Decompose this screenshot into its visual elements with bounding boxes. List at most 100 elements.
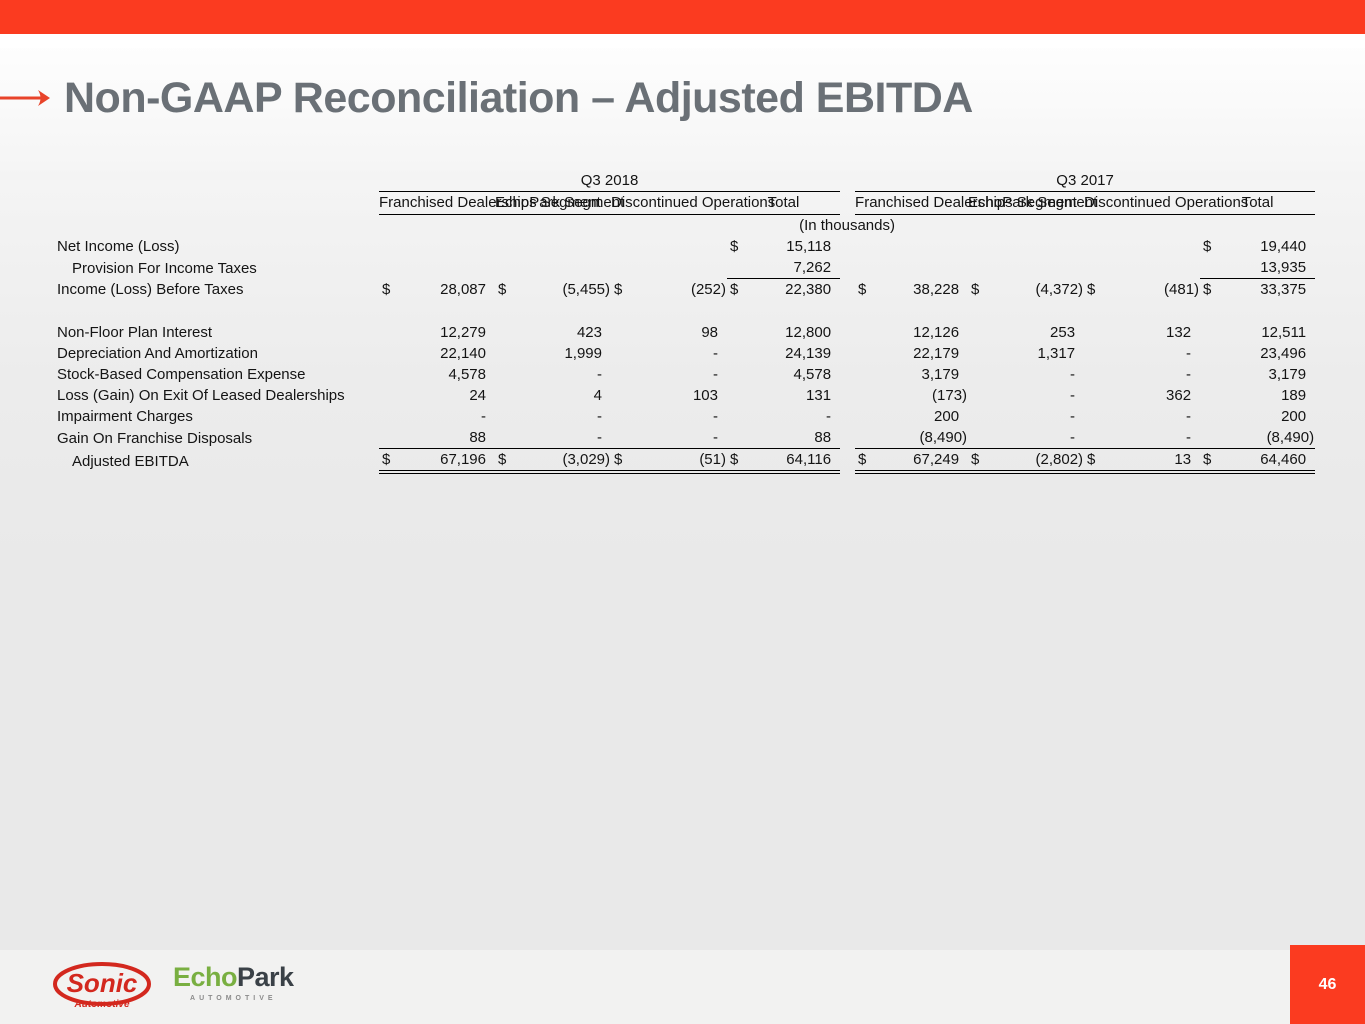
section-gap xyxy=(840,406,855,427)
cell-value: 88 xyxy=(814,429,831,446)
table-row: Stock-Based Compensation Expense4,578--4… xyxy=(57,364,1315,385)
row-label: Gain On Franchise Disposals xyxy=(57,427,379,449)
footer-band: Sonic Automotive EchoPark AUTOMOTIVE xyxy=(0,950,1365,1024)
col-header: Discontinued Operations xyxy=(1084,192,1200,215)
value-cell: - xyxy=(1084,406,1200,427)
section-gap xyxy=(840,257,855,279)
cell-value: 12,511 xyxy=(1261,324,1306,341)
dollar-sign: $ xyxy=(498,449,506,470)
section-gap xyxy=(840,385,855,406)
section-gap xyxy=(840,343,855,364)
cell-value: - xyxy=(597,429,602,446)
table-row: Impairment Charges----200--200 xyxy=(57,406,1315,427)
value-cell: $(5,455) xyxy=(495,279,611,301)
value-cell xyxy=(379,236,495,257)
value-cell: - xyxy=(968,406,1084,427)
dollar-sign: $ xyxy=(730,449,738,470)
cell-value: 23,496 xyxy=(1260,345,1306,362)
value-cell xyxy=(1084,257,1200,279)
row-label: Loss (Gain) On Exit Of Leased Dealership… xyxy=(57,385,379,406)
cell-value: - xyxy=(481,408,486,425)
cell-value: 24 xyxy=(469,387,486,404)
dollar-sign: $ xyxy=(614,449,622,470)
value-cell: - xyxy=(968,385,1084,406)
value-cell: (173) xyxy=(855,385,968,406)
period-label-q3-2018: Q3 2018 xyxy=(379,170,840,192)
value-cell xyxy=(968,257,1084,279)
row-label: Income (Loss) Before Taxes xyxy=(57,279,379,301)
table-row: Provision For Income Taxes 7,262 13,935 xyxy=(57,257,1315,279)
value-cell: 4,578 xyxy=(727,364,840,385)
cell-value: 88 xyxy=(469,429,486,446)
value-cell: 362 xyxy=(1084,385,1200,406)
sonic-automotive-logo: Sonic Automotive xyxy=(52,960,156,1014)
table-body: Net Income (Loss)$15,118$19,440Provision… xyxy=(57,236,1315,472)
value-cell: - xyxy=(1084,343,1200,364)
value-cell: 13,935 xyxy=(1200,257,1315,279)
dollar-sign: $ xyxy=(858,279,866,300)
cell-value: - xyxy=(1186,345,1191,362)
cell-value: 1,317 xyxy=(1038,345,1076,362)
value-cell: 200 xyxy=(855,406,968,427)
col-header: Discontinued Operations xyxy=(611,192,727,215)
cell-value: 24,139 xyxy=(785,345,831,362)
value-cell: $(51) xyxy=(611,449,727,473)
row-label: Provision For Income Taxes xyxy=(57,257,379,279)
column-header-row: Franchised Dealerships Segment EchoPark … xyxy=(57,192,1315,215)
row-label: Impairment Charges xyxy=(57,406,379,427)
dollar-sign: $ xyxy=(971,449,979,470)
value-cell: $22,380 xyxy=(727,279,840,301)
echopark-logo-subtext: AUTOMOTIVE xyxy=(173,995,294,1002)
cell-value: (3,029) xyxy=(562,451,610,468)
value-cell: 253 xyxy=(968,322,1084,343)
value-cell: 4 xyxy=(495,385,611,406)
cell-value: 1,999 xyxy=(564,345,602,362)
value-cell: 132 xyxy=(1084,322,1200,343)
cell-value: - xyxy=(1070,429,1075,446)
row-label: Adjusted EBITDA xyxy=(57,449,379,473)
value-cell: 3,179 xyxy=(1200,364,1315,385)
corner-cell xyxy=(57,170,379,192)
cell-value: (2,802) xyxy=(1036,451,1084,468)
cell-value: 12,126 xyxy=(913,324,959,341)
col-header: Franchised Dealerships Segment xyxy=(379,192,495,215)
value-cell: 12,800 xyxy=(727,322,840,343)
echopark-logo-text: EchoPark xyxy=(173,964,294,991)
table-row: Depreciation And Amortization22,1401,999… xyxy=(57,343,1315,364)
dollar-sign: $ xyxy=(382,449,390,470)
table-row: Loss (Gain) On Exit Of Leased Dealership… xyxy=(57,385,1315,406)
page-number: 46 xyxy=(1319,976,1337,994)
value-cell: 1,999 xyxy=(495,343,611,364)
section-gap xyxy=(840,322,855,343)
value-cell: - xyxy=(968,364,1084,385)
cell-value: 3,179 xyxy=(1269,366,1307,383)
spacer-row xyxy=(57,300,1315,322)
value-cell: 12,511 xyxy=(1200,322,1315,343)
value-cell: 22,140 xyxy=(379,343,495,364)
value-cell: (8,490) xyxy=(1200,427,1315,449)
cell-value: 132 xyxy=(1166,324,1191,341)
cell-value: (252) xyxy=(691,281,726,298)
value-cell: 23,496 xyxy=(1200,343,1315,364)
value-cell: 7,262 xyxy=(727,257,840,279)
cell-value: - xyxy=(1070,387,1075,404)
cell-value: 13 xyxy=(1174,451,1191,468)
dollar-sign: $ xyxy=(1203,236,1211,257)
sonic-logo-subtext: Automotive xyxy=(74,999,130,1010)
dollar-sign: $ xyxy=(498,279,506,300)
cell-value: 3,179 xyxy=(922,366,960,383)
value-cell: 24,139 xyxy=(727,343,840,364)
dollar-sign: $ xyxy=(1203,449,1211,470)
value-cell: $67,196 xyxy=(379,449,495,473)
value-cell: $13 xyxy=(1084,449,1200,473)
value-cell: 88 xyxy=(727,427,840,449)
cell-value: - xyxy=(713,366,718,383)
cell-value: 362 xyxy=(1166,387,1191,404)
value-cell xyxy=(855,236,968,257)
cell-value: - xyxy=(597,366,602,383)
cell-value: 19,440 xyxy=(1260,238,1306,255)
col-header: EchoPark Segment xyxy=(495,192,611,215)
cell-value: - xyxy=(713,345,718,362)
value-cell: - xyxy=(611,364,727,385)
cell-value: 12,279 xyxy=(440,324,486,341)
